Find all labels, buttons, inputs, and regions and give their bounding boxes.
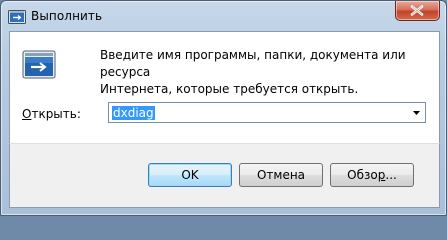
browse-label-suffix: ... bbox=[385, 168, 397, 182]
instructions-line-1: Введите имя программы, папки, документа … bbox=[100, 48, 406, 79]
window-title: Выполнить bbox=[31, 9, 103, 23]
title-bar[interactable]: Выполнить bbox=[1, 1, 446, 31]
run-icon bbox=[8, 9, 26, 24]
run-dialog-window: Выполнить Введите имя программы, папки, … bbox=[0, 0, 447, 216]
browse-button[interactable]: Обзор... bbox=[330, 163, 414, 187]
browse-label-prefix: Обзо bbox=[347, 168, 378, 182]
instructions-line-2: Интернета, которые требуется открыть. bbox=[100, 82, 359, 96]
close-icon bbox=[410, 5, 424, 16]
dropdown-button[interactable] bbox=[408, 103, 425, 122]
close-button[interactable] bbox=[395, 1, 440, 21]
run-dialog-icon bbox=[22, 50, 56, 80]
ok-button[interactable]: OK bbox=[148, 163, 232, 187]
dialog-content: Введите имя программы, папки, документа … bbox=[9, 31, 440, 144]
chevron-down-icon bbox=[413, 111, 420, 115]
cancel-button[interactable]: Отмена bbox=[239, 163, 323, 187]
instructions-text: Введите имя программы, папки, документа … bbox=[100, 47, 430, 98]
open-label-text: ткрыть: bbox=[31, 107, 81, 121]
open-combobox[interactable]: dxdiag bbox=[108, 102, 426, 123]
open-input[interactable]: dxdiag bbox=[112, 106, 155, 120]
open-label: Открыть: bbox=[22, 107, 81, 121]
button-bar: OK Отмена Обзор... bbox=[9, 143, 440, 208]
